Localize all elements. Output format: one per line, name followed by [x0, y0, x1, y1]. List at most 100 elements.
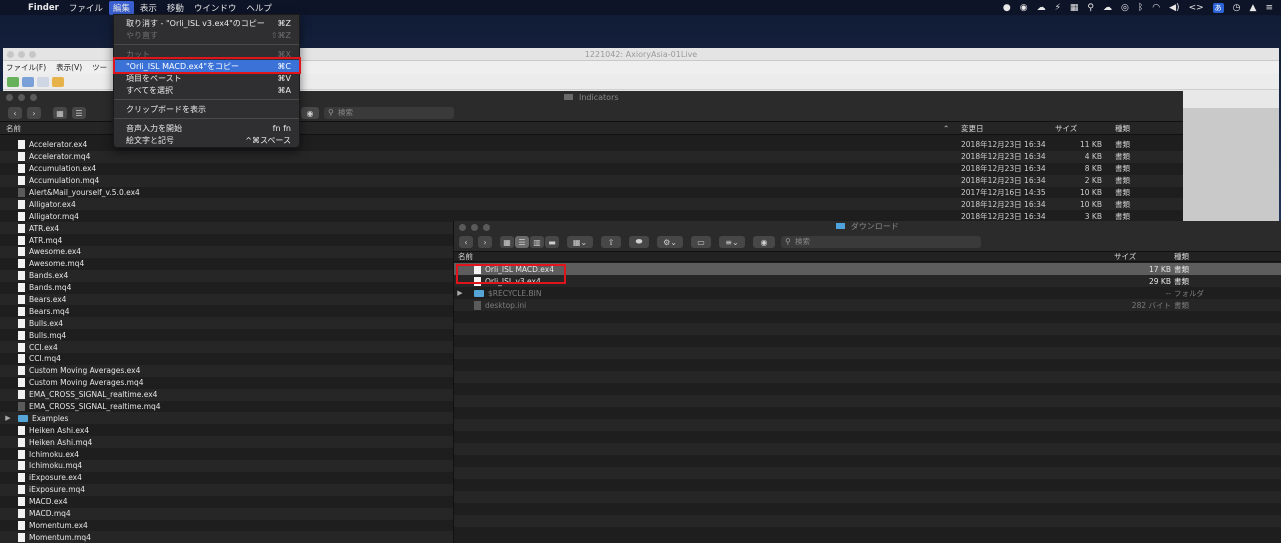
- column-size[interactable]: サイズ: [1114, 251, 1136, 262]
- disclosure-triangle-icon[interactable]: ▶: [4, 414, 12, 422]
- file-name: desktop.ini: [485, 300, 527, 310]
- menu-separator: [114, 44, 299, 45]
- volume-icon[interactable]: ◀): [1169, 3, 1179, 13]
- edit-menu-item[interactable]: やり直す ⇧⌘Z: [114, 29, 299, 41]
- document-icon: [18, 461, 25, 471]
- document-icon: [18, 164, 25, 174]
- arrange-icon[interactable]: ≡⌄: [719, 236, 745, 248]
- document-icon: [18, 176, 25, 186]
- chat-icon[interactable]: ◉: [1020, 3, 1028, 13]
- market-watch-icon[interactable]: [37, 76, 49, 87]
- user-icon[interactable]: ▲: [1250, 3, 1257, 13]
- edit-menu-item[interactable]: 音声入力を開始 fn fn: [114, 122, 299, 134]
- close-icon[interactable]: [459, 224, 466, 231]
- empty-row: [454, 515, 1281, 527]
- wifi-icon[interactable]: ◠: [1152, 3, 1160, 13]
- file-kind: 書類: [1115, 152, 1130, 162]
- menu-window[interactable]: ウインドウ: [194, 2, 237, 14]
- table-row[interactable]: Accumulation.mq4 2018年12月23日 16:34 2 KB 書類: [0, 174, 1183, 187]
- record-icon[interactable]: ●: [1003, 3, 1011, 13]
- column-view-button[interactable]: ▥: [530, 236, 544, 248]
- file-size: 4 KB: [1084, 152, 1102, 162]
- column-kind[interactable]: 種類: [1115, 123, 1130, 134]
- table-row[interactable]: Orli_ISL v3.ex4 29 KB 書類: [454, 275, 1281, 287]
- clock-icon[interactable]: ◷: [1233, 3, 1241, 13]
- disclosure-triangle-icon[interactable]: ▶: [456, 289, 464, 297]
- column-date[interactable]: 変更日: [961, 123, 984, 134]
- sync-icon[interactable]: ◎: [1121, 3, 1129, 13]
- quicklook-eye-icon[interactable]: ◉: [753, 236, 775, 248]
- list-view-button[interactable]: ☰: [72, 107, 86, 119]
- search-input[interactable]: 検索: [781, 236, 981, 248]
- column-name[interactable]: 名前: [6, 123, 21, 134]
- table-row[interactable]: Orli_ISL MACD.ex4 17 KB 書類: [454, 263, 1281, 275]
- mt4-menu-view[interactable]: 表示(V): [56, 62, 82, 73]
- close-icon[interactable]: [6, 94, 13, 101]
- column-name[interactable]: 名前: [458, 251, 473, 262]
- gallery-view-button[interactable]: ▬: [545, 236, 559, 248]
- menu-edit[interactable]: 編集: [108, 0, 134, 15]
- edit-menu-item[interactable]: 絵文字と記号 ^⌘スペース: [114, 134, 299, 146]
- column-size[interactable]: サイズ: [1055, 123, 1077, 134]
- zoom-icon[interactable]: [29, 51, 36, 58]
- column-kind[interactable]: 種類: [1174, 251, 1189, 262]
- list-view-button[interactable]: ☰: [515, 236, 529, 248]
- menu-help[interactable]: ヘルプ: [246, 2, 272, 14]
- cloud-icon[interactable]: ☁: [1103, 3, 1112, 13]
- edit-menu-item[interactable]: クリップボードを表示: [114, 103, 299, 115]
- back-button[interactable]: ‹: [8, 107, 22, 119]
- spotlight-icon[interactable]: ⚲: [1087, 3, 1094, 13]
- minimize-icon[interactable]: [18, 51, 25, 58]
- menu-go[interactable]: 移動: [167, 2, 184, 14]
- edit-menu-item[interactable]: すべてを選択 ⌘A: [114, 84, 299, 96]
- menu-separator: [114, 118, 299, 119]
- menu-file[interactable]: ファイル: [69, 2, 103, 14]
- tag-icon[interactable]: ⬬: [629, 236, 649, 248]
- code-icon[interactable]: <>: [1189, 3, 1204, 13]
- new-order-icon[interactable]: [7, 76, 19, 87]
- document-icon: [474, 300, 481, 310]
- icon-view-button[interactable]: ▦: [53, 107, 67, 119]
- group-button[interactable]: ▦⌄: [567, 236, 593, 248]
- quicklook-eye-icon[interactable]: ◉: [301, 107, 319, 119]
- profile-icon[interactable]: [22, 76, 34, 87]
- table-row[interactable]: Alligator.ex4 2018年12月23日 16:34 10 KB 書類: [0, 198, 1183, 211]
- file-name: Awesome.ex4: [29, 247, 82, 257]
- display-icon[interactable]: ▦: [1070, 3, 1079, 13]
- menu-app-name[interactable]: Finder: [28, 3, 59, 13]
- share-icon[interactable]: ⇧: [601, 236, 621, 248]
- table-row[interactable]: Alert&Mail_yourself_v.5.0.ex4 2017年12月16日…: [0, 186, 1183, 199]
- table-row[interactable]: ▶ $RECYCLE.BIN -- フォルダ: [454, 287, 1281, 299]
- icon-view-button[interactable]: ▦: [500, 236, 514, 248]
- edit-menu-item[interactable]: 取り消す - "Orli_ISL v3.ex4"のコピー ⌘Z: [114, 17, 299, 29]
- zoom-icon[interactable]: [30, 94, 37, 101]
- back-button[interactable]: ‹: [459, 236, 473, 248]
- list-menu-icon[interactable]: ≡: [1265, 3, 1273, 13]
- table-row[interactable]: Accelerator.mq4 2018年12月23日 16:34 4 KB 書類: [0, 150, 1183, 163]
- menu-view[interactable]: 表示: [140, 2, 157, 14]
- document-icon: [18, 532, 25, 542]
- forward-button[interactable]: ›: [27, 107, 41, 119]
- bolt-icon[interactable]: ⚡: [1055, 3, 1061, 13]
- minimize-icon[interactable]: [471, 224, 478, 231]
- file-name: Accelerator.mq4: [29, 152, 91, 162]
- table-row[interactable]: Accumulation.ex4 2018年12月23日 16:34 8 KB 書類: [0, 162, 1183, 175]
- table-row[interactable]: desktop.ini 282 バイト 書類: [454, 299, 1281, 311]
- forward-button[interactable]: ›: [478, 236, 492, 248]
- close-icon[interactable]: [7, 51, 14, 58]
- gear-icon[interactable]: ⚙⌄: [657, 236, 683, 248]
- bluetooth-icon[interactable]: ᛒ: [1138, 3, 1143, 13]
- minimize-icon[interactable]: [18, 94, 25, 101]
- navigator-icon[interactable]: [52, 76, 64, 87]
- document-icon: [18, 390, 25, 400]
- mt4-menu-file[interactable]: ファイル(F): [6, 62, 46, 73]
- connect-icon[interactable]: ▭: [691, 236, 711, 248]
- search-input[interactable]: 検索: [324, 107, 454, 119]
- file-name: Accelerator.ex4: [29, 140, 88, 150]
- mt4-menu-tools[interactable]: ツー: [92, 62, 107, 73]
- cloud-upload-icon[interactable]: ☁: [1037, 3, 1046, 13]
- input-method-icon[interactable]: あ: [1212, 2, 1224, 13]
- sort-chevron-icon[interactable]: ⌃: [943, 124, 949, 133]
- zoom-icon[interactable]: [483, 224, 490, 231]
- file-date: 2018年12月23日 16:34: [961, 176, 1046, 186]
